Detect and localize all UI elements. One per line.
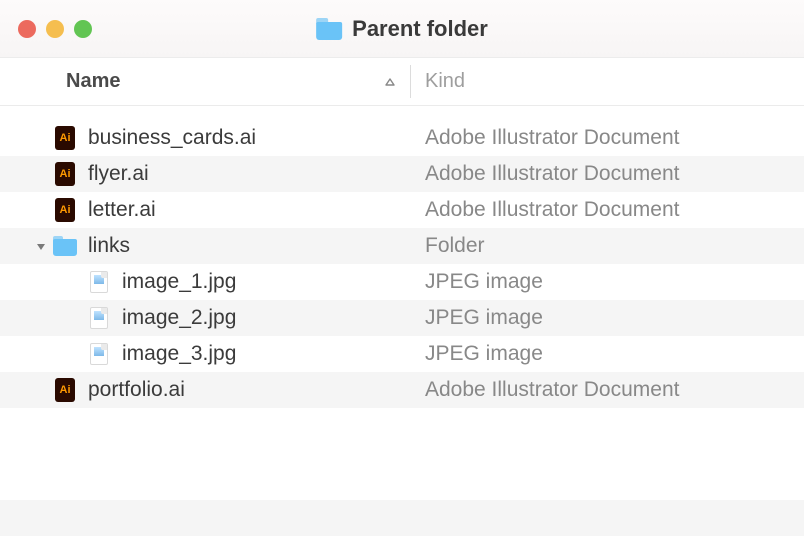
file-list: business_cards.ai Adobe Illustrator Docum… (0, 120, 804, 408)
file-name: image_1.jpg (122, 270, 236, 294)
file-row[interactable]: letter.ai Adobe Illustrator Document (0, 192, 804, 228)
column-header-name-label: Name (66, 70, 120, 93)
file-kind: Adobe Illustrator Document (410, 198, 804, 222)
spacer (0, 106, 804, 120)
window-controls (18, 20, 92, 38)
row-icon (52, 236, 78, 256)
close-window-button[interactable] (18, 20, 36, 38)
ai-file-icon (55, 162, 75, 186)
file-row[interactable]: image_1.jpg JPEG image (0, 264, 804, 300)
name-cell: image_1.jpg (0, 270, 410, 294)
window-title: Parent folder (352, 16, 488, 42)
sort-ascending-icon (384, 74, 396, 90)
file-kind: Adobe Illustrator Document (410, 378, 804, 402)
folder-icon (53, 236, 77, 256)
column-header-name[interactable]: Name (0, 70, 410, 93)
file-name: links (88, 234, 130, 258)
folder-icon (316, 18, 342, 40)
column-header-kind[interactable]: Kind (411, 70, 804, 93)
column-header-bar: Name Kind (0, 58, 804, 106)
row-icon (52, 378, 78, 402)
file-kind: Adobe Illustrator Document (410, 162, 804, 186)
name-cell: links (0, 234, 410, 258)
jpeg-file-icon (90, 307, 108, 329)
jpeg-file-icon (90, 343, 108, 365)
row-icon (86, 343, 112, 365)
file-row[interactable]: image_2.jpg JPEG image (0, 300, 804, 336)
row-icon (52, 198, 78, 222)
file-row[interactable]: image_3.jpg JPEG image (0, 336, 804, 372)
file-row[interactable]: business_cards.ai Adobe Illustrator Docum… (0, 120, 804, 156)
zoom-window-button[interactable] (74, 20, 92, 38)
name-cell: business_cards.ai (0, 126, 410, 150)
jpeg-file-icon (90, 271, 108, 293)
ai-file-icon (55, 378, 75, 402)
row-icon (86, 307, 112, 329)
file-row[interactable]: flyer.ai Adobe Illustrator Document (0, 156, 804, 192)
file-name: business_cards.ai (88, 126, 256, 150)
row-icon (86, 271, 112, 293)
file-name: image_2.jpg (122, 306, 236, 330)
file-kind: Adobe Illustrator Document (410, 126, 804, 150)
file-kind: JPEG image (410, 306, 804, 330)
disclosure-triangle[interactable] (30, 238, 52, 254)
name-cell: flyer.ai (0, 162, 410, 186)
file-kind: Folder (410, 234, 804, 258)
name-cell: portfolio.ai (0, 378, 410, 402)
name-cell: letter.ai (0, 198, 410, 222)
row-icon (52, 126, 78, 150)
file-row[interactable]: portfolio.ai Adobe Illustrator Document (0, 372, 804, 408)
minimize-window-button[interactable] (46, 20, 64, 38)
file-kind: JPEG image (410, 270, 804, 294)
row-icon (52, 162, 78, 186)
name-cell: image_2.jpg (0, 306, 410, 330)
folder-row[interactable]: links Folder (0, 228, 804, 264)
ai-file-icon (55, 126, 75, 150)
file-name: portfolio.ai (88, 378, 185, 402)
window-titlebar: Parent folder (0, 0, 804, 58)
name-cell: image_3.jpg (0, 342, 410, 366)
column-header-kind-label: Kind (425, 70, 465, 92)
window-title-wrap: Parent folder (316, 16, 488, 42)
ai-file-icon (55, 198, 75, 222)
file-name: letter.ai (88, 198, 156, 222)
file-kind: JPEG image (410, 342, 804, 366)
file-name: flyer.ai (88, 162, 149, 186)
footer-bar (0, 500, 804, 536)
file-name: image_3.jpg (122, 342, 236, 366)
